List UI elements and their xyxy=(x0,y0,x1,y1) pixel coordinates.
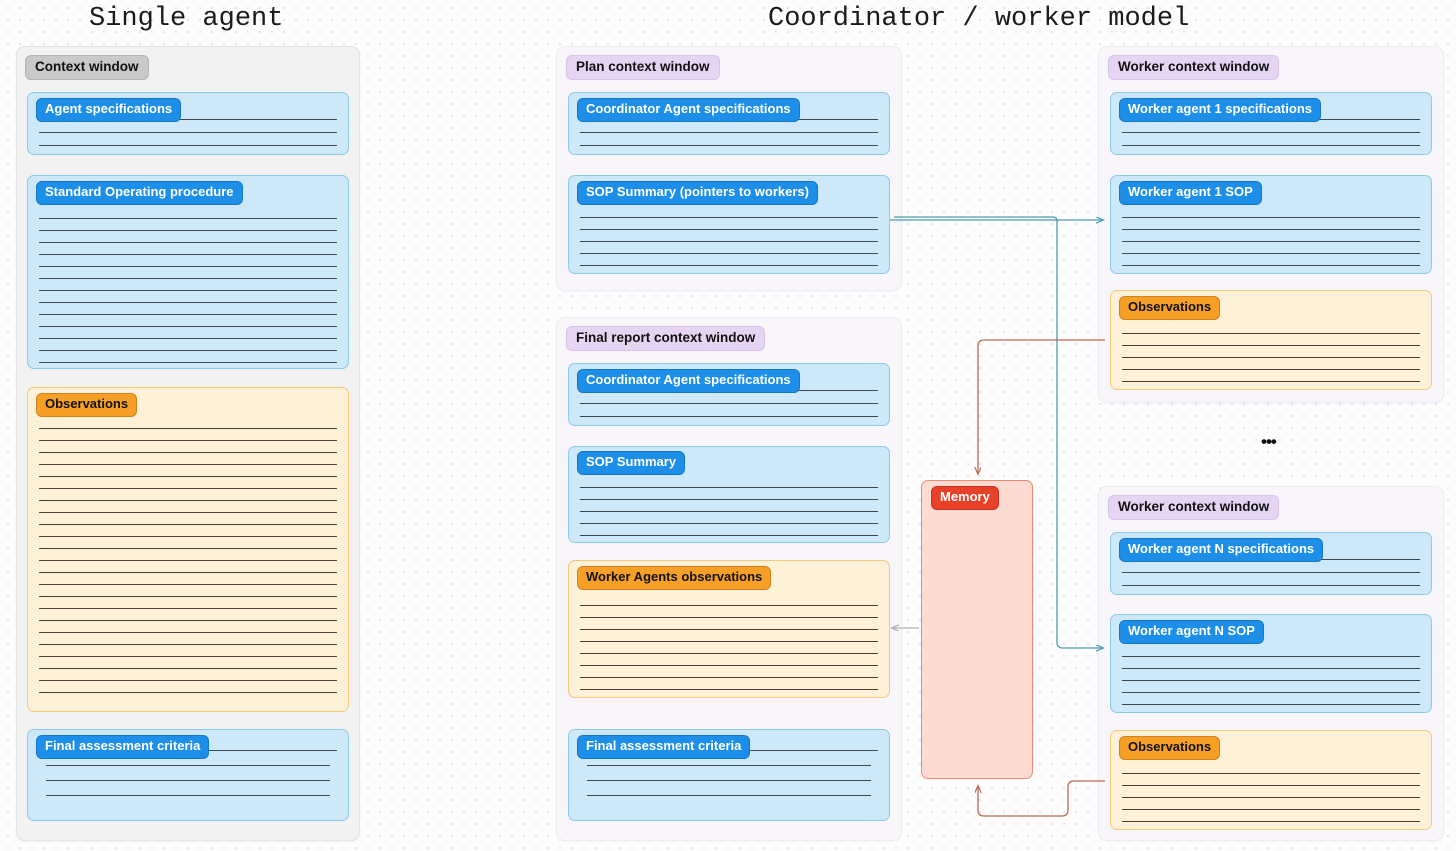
label-worker-n-specifications: Worker agent N specifications xyxy=(1119,538,1324,562)
label-coordinator-agent-specifications-report: Coordinator Agent specifications xyxy=(577,369,800,393)
label-worker-n-observations: Observations xyxy=(1119,736,1221,760)
label-worker-1-sop: Worker agent 1 SOP xyxy=(1119,181,1262,205)
label-standard-operating-procedure: Standard Operating procedure xyxy=(36,181,243,205)
chip-worker-context-window-n: Worker context window xyxy=(1108,495,1280,520)
wire-worker1-obs-to-memory xyxy=(978,339,1105,474)
title-single-agent: Single agent xyxy=(89,4,284,34)
diagram-canvas: Single agent Coordinator / worker model … xyxy=(0,0,1456,851)
ellipsis-more-workers: ••• xyxy=(1261,432,1277,451)
label-worker-n-sop: Worker agent N SOP xyxy=(1119,620,1264,644)
title-coordinator-worker-model: Coordinator / worker model xyxy=(768,4,1190,34)
wire-sop-branch-top xyxy=(894,216,1058,222)
label-worker-agents-observations: Worker Agents observations xyxy=(577,566,772,590)
label-observations-single-agent: Observations xyxy=(36,393,138,417)
label-worker-1-specifications: Worker agent 1 specifications xyxy=(1119,98,1321,122)
label-coordinator-agent-specifications-plan: Coordinator Agent specifications xyxy=(577,98,800,122)
card-memory xyxy=(921,480,1033,779)
chip-plan-context-window: Plan context window xyxy=(566,55,720,80)
label-agent-specifications: Agent specifications xyxy=(36,98,182,122)
label-sop-summary-pointers: SOP Summary (pointers to workers) xyxy=(577,181,818,205)
wire-workerN-obs-to-memory xyxy=(978,780,1105,817)
chip-final-report-context-window: Final report context window xyxy=(566,326,766,351)
wire-sop-to-workerN-sop xyxy=(1056,220,1103,648)
label-memory: Memory xyxy=(931,486,999,510)
label-worker-1-observations: Observations xyxy=(1119,296,1221,320)
chip-context-window: Context window xyxy=(25,55,149,80)
chip-worker-context-window-1: Worker context window xyxy=(1108,55,1280,80)
label-final-assessment-criteria-report: Final assessment criteria xyxy=(577,735,751,759)
label-sop-summary: SOP Summary xyxy=(577,451,686,475)
card-observations-single-agent xyxy=(27,387,349,712)
label-final-assessment-criteria-single: Final assessment criteria xyxy=(36,735,210,759)
